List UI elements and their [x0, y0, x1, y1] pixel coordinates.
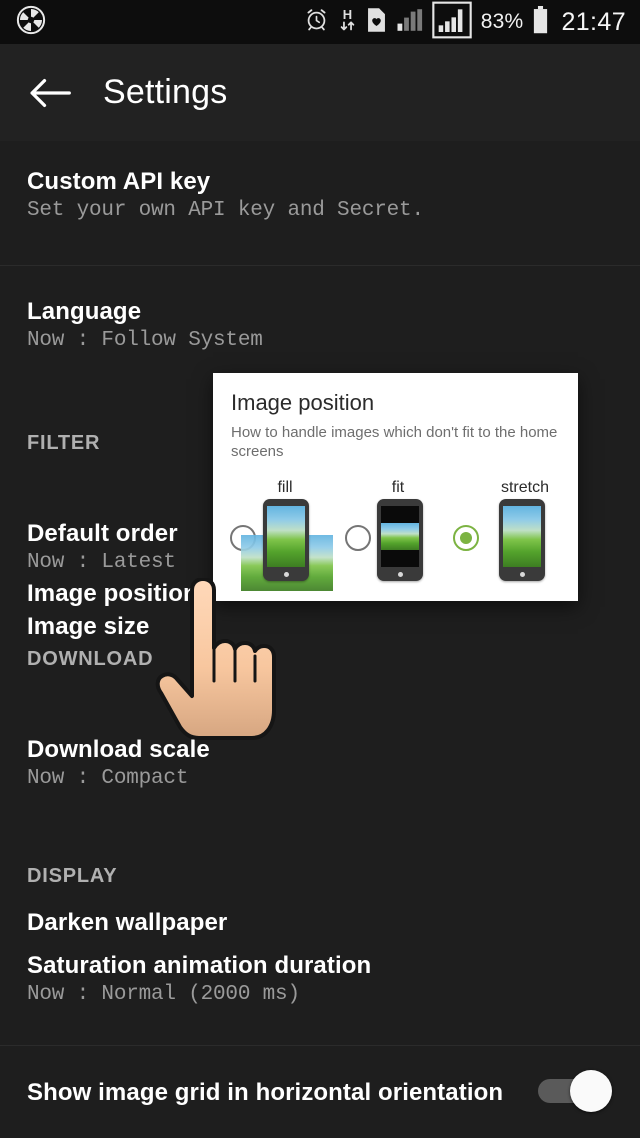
option-stretch[interactable]: stretch [445, 477, 578, 601]
pref-image-size[interactable]: Image size [0, 612, 640, 642]
dialog-message: How to handle images which don't fit to … [231, 424, 558, 460]
dialog-title: Image position [231, 390, 375, 415]
option-fit[interactable]: fit [337, 477, 445, 601]
show-image-grid-toggle[interactable] [538, 1070, 614, 1112]
heart-document-icon [366, 7, 387, 38]
app-toolbar: Settings [0, 44, 640, 141]
phone-body [377, 499, 423, 581]
category-display: DISPLAY [0, 863, 640, 889]
radio-stretch[interactable] [453, 525, 479, 551]
signal-bars-sim2-icon [432, 1, 472, 44]
status-bar: H 83% 21:47 [0, 0, 640, 44]
pref-language[interactable]: Language Now : Follow System [0, 297, 640, 355]
aperture-icon [16, 5, 46, 40]
pref-summary: Now : Compact [27, 767, 189, 790]
phone-body [263, 499, 309, 581]
pref-summary: Set your own API key and Secret. [27, 199, 424, 222]
pref-title: Saturation animation duration [27, 952, 372, 979]
radio-fit[interactable] [345, 525, 371, 551]
pref-saturation-animation-duration[interactable]: Saturation animation duration Now : Norm… [0, 951, 640, 1009]
phone-screen [503, 506, 541, 567]
status-bar-left [0, 5, 46, 40]
pref-title: Custom API key [27, 168, 211, 195]
phone-stretch-illustration [499, 499, 545, 581]
phone-fit-illustration [377, 499, 423, 581]
toggle-thumb [570, 1070, 612, 1112]
signal-bars-sim1-icon [396, 8, 423, 37]
arrow-back-icon[interactable] [24, 67, 76, 119]
phone-home-button [397, 572, 403, 577]
pref-summary: Now : Normal (2000 ms) [27, 983, 300, 1006]
pref-darken-wallpaper[interactable]: Darken wallpaper [0, 908, 640, 938]
pref-show-image-grid-horizontal[interactable]: Show image grid in horizontal orientatio… [0, 1070, 640, 1112]
svg-text:H: H [343, 7, 352, 22]
battery-full-icon [532, 5, 549, 39]
pref-title: Darken wallpaper [27, 909, 228, 936]
hspa-data-icon: H [338, 6, 357, 38]
letterbox-top [381, 506, 419, 523]
status-bar-right: H 83% 21:47 [304, 1, 640, 44]
phone-home-button [283, 572, 289, 577]
option-label: fill [277, 479, 293, 496]
list-divider [0, 1045, 640, 1046]
wallpaper-fit [381, 523, 419, 550]
category-download: DOWNLOAD [0, 646, 640, 672]
settings-screen: H 83% 21:47 Settings Custom API key Set … [0, 0, 640, 1138]
settings-list[interactable]: Custom API key Set your own API key and … [0, 141, 640, 1138]
option-label: stretch [500, 479, 549, 496]
option-fill[interactable]: fill [213, 477, 337, 601]
alarm-clock-icon [304, 7, 329, 37]
letterbox-bottom [381, 550, 419, 567]
pref-custom-api-key[interactable]: Custom API key Set your own API key and … [0, 167, 640, 225]
phone-screen [381, 506, 419, 567]
category-title: DOWNLOAD [27, 648, 154, 670]
option-label: fit [391, 479, 405, 496]
phone-body [499, 499, 545, 581]
battery-percent-label: 83% [480, 10, 524, 33]
category-title: DISPLAY [27, 865, 118, 887]
list-divider [0, 265, 640, 266]
phone-fill-illustration [241, 499, 333, 591]
phone-screen [267, 506, 305, 567]
pref-title: Language [27, 298, 142, 325]
pref-summary: Now : Follow System [27, 329, 263, 352]
pref-download-scale[interactable]: Download scale Now : Compact [0, 735, 640, 793]
image-position-dialog[interactable]: Image position How to handle images whic… [213, 373, 578, 601]
page-title: Settings [103, 73, 228, 111]
pref-title: Image size [27, 613, 150, 640]
dialog-options[interactable]: fill fit stretch [213, 477, 578, 601]
status-bar-clock: 21:47 [561, 7, 626, 36]
phone-home-button [519, 572, 525, 577]
pref-title: Download scale [27, 736, 210, 763]
